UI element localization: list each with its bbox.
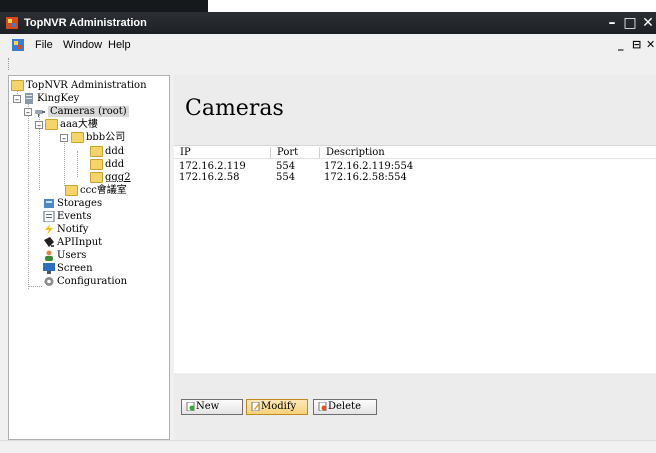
tree-node-root[interactable]: TopNVR Administration — [11, 80, 147, 92]
camera-icon — [35, 110, 45, 117]
modify-button-label: Modify — [261, 401, 297, 412]
tree-node-notify[interactable]: Notify — [43, 224, 88, 236]
collapse-toggle[interactable]: – — [24, 108, 32, 117]
delete-icon — [318, 402, 327, 411]
column-header-description[interactable]: Description — [326, 147, 385, 158]
tree-node-ddd[interactable]: ddd — [90, 146, 124, 158]
collapse-toggle[interactable]: – — [13, 95, 21, 104]
minimize-button[interactable]: – — [604, 15, 620, 31]
tree-node-apiinput[interactable]: APIInput — [43, 237, 102, 249]
app-icon — [6, 17, 18, 29]
desktop-window-strip — [208, 0, 656, 12]
collapse-toggle[interactable]: – — [35, 121, 43, 130]
collapse-toggle[interactable]: – — [60, 134, 68, 143]
navigation-tree[interactable]: TopNVR Administration – KingKey – Camera… — [8, 75, 170, 440]
tree-node-folder-aaa[interactable]: aaa大樓 — [45, 119, 98, 131]
cell-port: 554 — [276, 172, 296, 183]
tree-node-folder-bbb[interactable]: bbb公司 — [71, 132, 125, 144]
cell-ip: 172.16.2.119 — [179, 161, 246, 172]
close-button[interactable]: ✕ — [640, 15, 656, 31]
delete-button[interactable]: Delete — [313, 399, 377, 415]
folder-icon — [71, 132, 84, 143]
toolbar-grip[interactable] — [8, 58, 10, 70]
tree-node-cameras[interactable]: Cameras (root) — [34, 106, 129, 118]
maximize-button[interactable]: □ — [622, 15, 638, 31]
tree-node-folder-ccc[interactable]: ccc會議室 — [65, 185, 127, 197]
status-bar — [0, 440, 656, 453]
lightning-icon — [45, 224, 53, 235]
table-row[interactable]: 172.16.2.58 554 172.16.2.58:554 — [176, 172, 652, 183]
column-header-ip[interactable]: IP — [180, 147, 191, 158]
table-row[interactable]: 172.16.2.119 554 172.16.2.119:554 — [176, 161, 652, 172]
new-icon — [186, 402, 195, 411]
delete-button-label: Delete — [328, 401, 361, 412]
column-header-port[interactable]: Port — [277, 147, 298, 158]
tree-node-configuration[interactable]: Configuration — [43, 276, 127, 288]
folder-icon — [65, 185, 78, 196]
new-button[interactable]: New — [181, 399, 243, 415]
gear-icon — [44, 277, 54, 286]
tree-connector — [77, 151, 78, 177]
menu-window[interactable]: Window — [63, 39, 102, 51]
server-icon — [25, 93, 33, 104]
menu-bar: File Window Help _ ⊟ ✕ — [0, 34, 656, 56]
column-separator[interactable] — [270, 147, 271, 158]
folder-icon — [90, 146, 103, 157]
tree-node-users[interactable]: Users — [43, 250, 86, 262]
cell-ip: 172.16.2.58 — [179, 172, 240, 183]
tree-node-storages[interactable]: Storages — [43, 198, 102, 210]
tree-node-ggg2[interactable]: ggg2 — [90, 172, 131, 184]
desktop-background — [0, 0, 208, 12]
column-separator[interactable] — [319, 147, 320, 158]
mdi-restore-button[interactable]: ⊟ — [632, 38, 641, 51]
cell-description: 172.16.2.58:554 — [324, 172, 407, 183]
tree-node-ddd[interactable]: ddd — [90, 159, 124, 171]
cell-port: 554 — [276, 161, 296, 172]
cell-description: 172.16.2.119:554 — [324, 161, 414, 172]
user-icon — [45, 250, 53, 261]
events-icon — [43, 211, 55, 222]
modify-button[interactable]: Modify — [246, 399, 308, 415]
storage-icon — [44, 199, 54, 208]
folder-icon — [45, 119, 58, 130]
toolbar — [0, 56, 656, 72]
edit-icon — [251, 402, 260, 411]
monitor-icon — [43, 263, 55, 274]
title-bar[interactable]: TopNVR Administration – □ ✕ — [0, 12, 656, 34]
page-title: Cameras — [185, 96, 284, 121]
menu-help[interactable]: Help — [108, 39, 131, 51]
tree-connector — [28, 101, 29, 289]
tree-node-screen[interactable]: Screen — [43, 263, 93, 275]
folder-open-icon — [11, 80, 24, 91]
new-button-label: New — [196, 401, 220, 412]
mdi-child-icon[interactable] — [12, 39, 24, 51]
mdi-close-button[interactable]: ✕ — [646, 38, 655, 51]
tree-node-server[interactable]: KingKey — [23, 93, 79, 105]
folder-icon — [90, 172, 103, 183]
folder-icon — [90, 159, 103, 170]
plug-icon — [44, 237, 54, 247]
list-header — [174, 146, 656, 159]
mdi-minimize-button[interactable]: _ — [618, 38, 624, 51]
window-title: TopNVR Administration — [24, 17, 147, 29]
tree-connector — [28, 286, 42, 287]
tree-node-events[interactable]: Events — [43, 211, 91, 223]
tree-connector — [64, 136, 65, 186]
menu-file[interactable]: File — [35, 39, 53, 51]
